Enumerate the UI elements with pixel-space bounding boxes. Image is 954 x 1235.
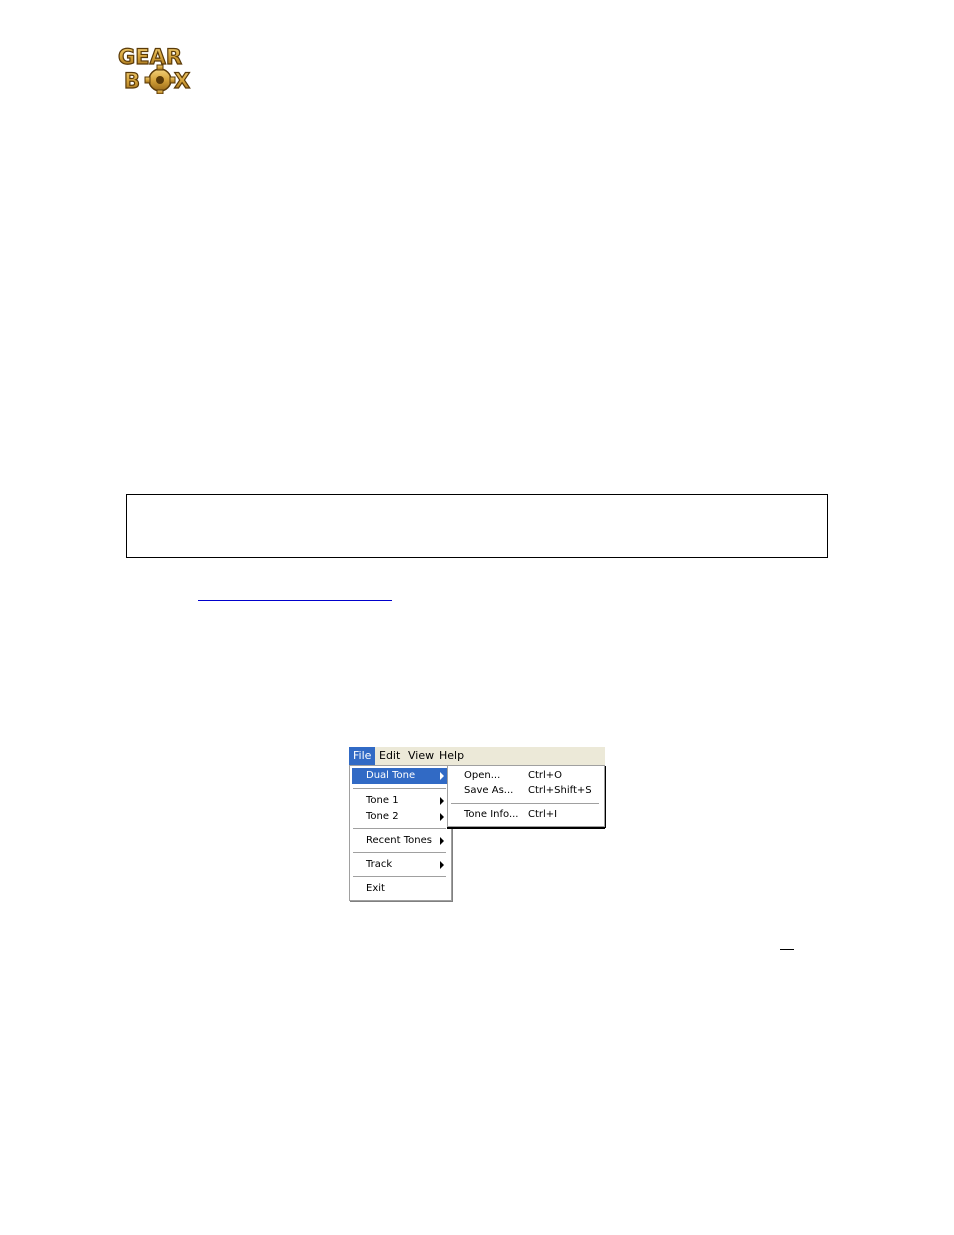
hyperlink-underline[interactable]	[198, 600, 392, 601]
submenu-arrow-icon	[440, 837, 444, 845]
menu-item-label: Exit	[366, 883, 385, 894]
menu-item-label: Tone 1	[366, 795, 399, 806]
gearbox-logo-gear-icon	[144, 64, 176, 94]
menu-item-label: Tone 2	[366, 811, 399, 822]
menu-item-tone-1[interactable]: Tone 1	[352, 793, 447, 809]
footnote-underline	[780, 949, 794, 950]
submenu-item-tone-info[interactable]: Tone Info... Ctrl+I	[450, 807, 600, 823]
menu-item-shortcut: Ctrl+Shift+S	[528, 785, 592, 796]
menu-item-exit[interactable]: Exit	[352, 881, 447, 897]
svg-text:GEAR: GEAR	[118, 45, 182, 69]
submenu-item-open[interactable]: Open... Ctrl+O	[450, 768, 600, 784]
submenu-arrow-icon	[440, 772, 444, 780]
file-menu: Dual Tone Tone 1 Tone 2 Recent Tones Tra…	[349, 765, 452, 901]
menu-item-shortcut: Ctrl+O	[528, 770, 563, 781]
menu-help[interactable]: Help	[435, 747, 468, 765]
menu-item-label: Tone Info...	[464, 809, 519, 820]
menu-item-label: Open...	[464, 770, 501, 781]
submenu-arrow-icon	[440, 797, 444, 805]
menu-item-recent-tones[interactable]: Recent Tones	[352, 833, 447, 849]
menu-item-dual-tone[interactable]: Dual Tone	[352, 768, 447, 784]
gearbox-logo: GEAR B X	[117, 44, 191, 94]
menu-item-shortcut: Ctrl+I	[528, 809, 558, 820]
menu-file[interactable]: File	[349, 747, 376, 765]
menu-edit[interactable]: Edit	[375, 747, 404, 765]
menu-item-tone-2[interactable]: Tone 2	[352, 809, 447, 825]
menu-view[interactable]: View	[404, 747, 438, 765]
note-box	[126, 494, 828, 558]
menu-separator	[353, 852, 446, 853]
menu-separator	[353, 876, 446, 877]
svg-text:X: X	[174, 69, 190, 93]
svg-text:B: B	[124, 69, 140, 93]
dual-tone-submenu: Open... Ctrl+O Save As... Ctrl+Shift+S T…	[447, 765, 605, 827]
menu-separator	[451, 803, 599, 804]
menu-separator	[353, 788, 446, 789]
menu-item-label: Save As...	[464, 785, 514, 796]
menu-item-label: Dual Tone	[366, 770, 416, 781]
menu-item-label: Track	[366, 859, 393, 870]
submenu-item-save-as[interactable]: Save As... Ctrl+Shift+S	[450, 783, 600, 799]
menu-item-track[interactable]: Track	[352, 857, 447, 873]
menu-separator	[353, 828, 446, 829]
menu-bar: File Edit View Help	[349, 747, 605, 765]
menu-item-label: Recent Tones	[366, 835, 432, 846]
submenu-arrow-icon	[440, 813, 444, 821]
submenu-arrow-icon	[440, 861, 444, 869]
